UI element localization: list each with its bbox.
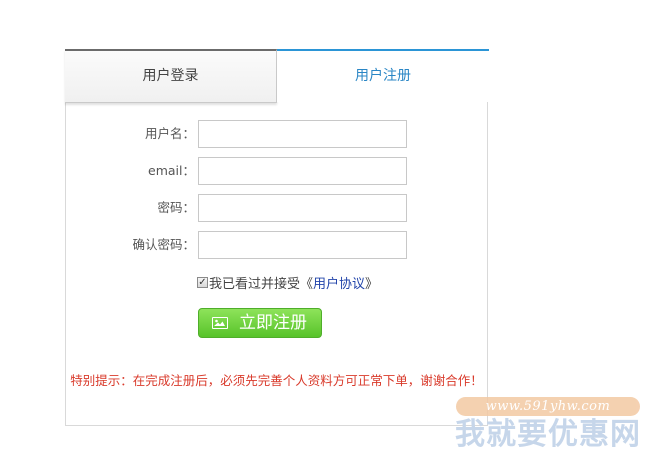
tab-login[interactable]: 用户登录 bbox=[65, 49, 277, 103]
register-button-label: 立即注册 bbox=[239, 313, 307, 333]
password-row: 密码： bbox=[66, 194, 487, 222]
image-icon bbox=[212, 317, 228, 329]
agreement-checkbox[interactable]: ✓ bbox=[197, 277, 208, 288]
password-input[interactable] bbox=[198, 194, 407, 222]
confirm-password-row: 确认密码： bbox=[66, 231, 487, 259]
register-button[interactable]: 立即注册 bbox=[198, 308, 322, 338]
email-label: email： bbox=[148, 163, 195, 178]
username-input[interactable] bbox=[198, 120, 407, 148]
tab-bar: 用户登录 用户注册 bbox=[65, 49, 489, 103]
agreement-row: ✓ 我已看过并接受《用户协议》 bbox=[197, 276, 378, 294]
confirm-password-label: 确认密码： bbox=[132, 237, 195, 252]
username-label: 用户名： bbox=[144, 126, 195, 141]
username-row: 用户名： bbox=[66, 120, 487, 148]
notice-text: 特别提示：在完成注册后，必须先完善个人资料方可正常下单，谢谢合作！ bbox=[70, 373, 483, 388]
confirm-password-input[interactable] bbox=[198, 231, 407, 259]
email-input[interactable] bbox=[198, 157, 407, 185]
email-row: email： bbox=[66, 157, 487, 185]
tab-register[interactable]: 用户注册 bbox=[277, 49, 489, 102]
agreement-close-quote: 》 bbox=[365, 277, 379, 292]
password-label: 密码： bbox=[157, 200, 195, 215]
agreement-text: 我已看过并接受 bbox=[209, 277, 301, 292]
agreement-open-quote: 《 bbox=[300, 277, 314, 292]
register-panel: 用户登录 用户注册 用户名： email： 密码： 确认密码： ✓ 我已看过并接受… bbox=[65, 49, 489, 426]
user-agreement-link[interactable]: 用户协议 bbox=[313, 277, 365, 292]
